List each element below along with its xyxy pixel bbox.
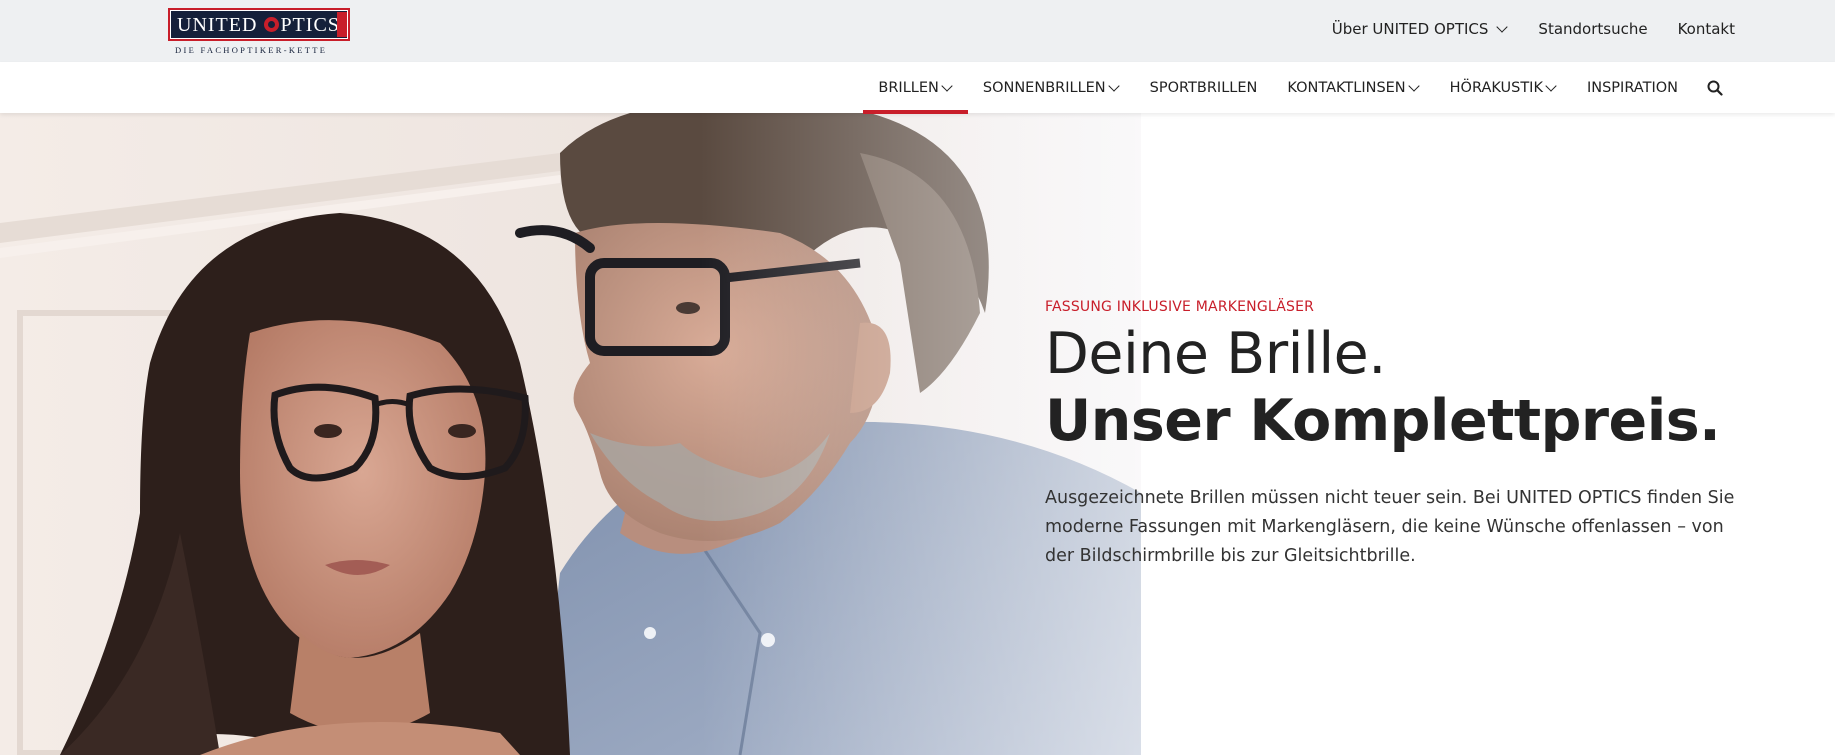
hero-headline-line2: Unser Komplettpreis. bbox=[1045, 388, 1721, 454]
nav-item-sportbrillen[interactable]: SPORTBRILLEN bbox=[1135, 62, 1273, 113]
search-button[interactable] bbox=[1695, 62, 1735, 113]
utility-nav: Über UNITED OPTICS Standortsuche Kontakt bbox=[1332, 20, 1735, 38]
logo-badge: UNITED PTICS bbox=[168, 8, 350, 41]
logo-tagline: DIE FACHOPTIKER-KETTE bbox=[175, 45, 328, 55]
nav-item-sportbrillen-label: SPORTBRILLEN bbox=[1149, 79, 1258, 96]
chevron-down-icon bbox=[1545, 79, 1557, 92]
nav-item-inspiration-label: INSPIRATION bbox=[1586, 79, 1678, 96]
hero-photo-illustration bbox=[0, 113, 1141, 755]
chevron-down-icon bbox=[1407, 79, 1420, 92]
nav-item-brillen[interactable]: BRILLEN bbox=[863, 62, 969, 114]
hero-description: Ausgezeichnete Brillen müssen nicht teue… bbox=[1045, 488, 1735, 566]
logo-o-lens-icon bbox=[264, 17, 280, 32]
nav-item-hoerakustik[interactable]: HÖRAKUSTIK bbox=[1435, 62, 1572, 113]
hero-headline: Deine Brille. Unser Komplettpreis. bbox=[1045, 320, 1765, 454]
logo-side-stripe bbox=[337, 12, 347, 37]
nav-item-sonnenbrillen[interactable]: SONNENBRILLEN bbox=[968, 62, 1135, 113]
nav-item-kontaktlinsen-label: KONTAKTLINSEN bbox=[1287, 79, 1406, 96]
nav-item-kontaktlinsen[interactable]: KONTAKTLINSEN bbox=[1272, 62, 1434, 113]
util-nav-about[interactable]: Über UNITED OPTICS bbox=[1332, 20, 1509, 38]
main-nav: BRILLEN SONNENBRILLEN SPORTBRILLEN KONTA… bbox=[0, 62, 1835, 114]
util-nav-contact[interactable]: Kontakt bbox=[1678, 20, 1735, 38]
chevron-down-icon bbox=[1496, 21, 1509, 33]
main-nav-list: BRILLEN SONNENBRILLEN SPORTBRILLEN KONTA… bbox=[863, 62, 1735, 114]
logo-text-left: UNITED bbox=[177, 14, 258, 36]
logo-wordmark: UNITED PTICS bbox=[177, 14, 340, 37]
united-optics-logo[interactable]: UNITED PTICS DIE FACHOPTIKER-KETTE bbox=[168, 8, 350, 56]
util-nav-contact-label: Kontakt bbox=[1677, 20, 1735, 38]
nav-item-inspiration[interactable]: INSPIRATION bbox=[1572, 62, 1693, 113]
hero-text-block: FASSUNG INKLUSIVE MARKENGLÄSER Deine Bri… bbox=[1045, 299, 1765, 571]
top-utility-bar: UNITED PTICS DIE FACHOPTIKER-KETTE Über … bbox=[0, 0, 1835, 62]
search-icon bbox=[1707, 80, 1723, 96]
util-nav-store-locator[interactable]: Standortsuche bbox=[1538, 20, 1647, 38]
util-nav-store-locator-label: Standortsuche bbox=[1538, 20, 1648, 38]
hero-section: FASSUNG INKLUSIVE MARKENGLÄSER Deine Bri… bbox=[0, 113, 1835, 755]
nav-item-brillen-label: BRILLEN bbox=[878, 79, 939, 96]
chevron-down-icon bbox=[1108, 79, 1120, 92]
chevron-down-icon bbox=[941, 79, 953, 92]
hero-headline-line1: Deine Brille. bbox=[1045, 321, 1386, 387]
hero-eyebrow: FASSUNG INKLUSIVE MARKENGLÄSER bbox=[1045, 299, 1315, 315]
nav-item-sonnenbrillen-label: SONNENBRILLEN bbox=[982, 79, 1106, 96]
hero-image-couple-with-glasses bbox=[0, 113, 1141, 755]
logo-text-right: PTICS bbox=[280, 14, 340, 36]
nav-item-hoerakustik-label: HÖRAKUSTIK bbox=[1449, 79, 1543, 96]
util-nav-about-label: Über UNITED OPTICS bbox=[1331, 20, 1489, 38]
